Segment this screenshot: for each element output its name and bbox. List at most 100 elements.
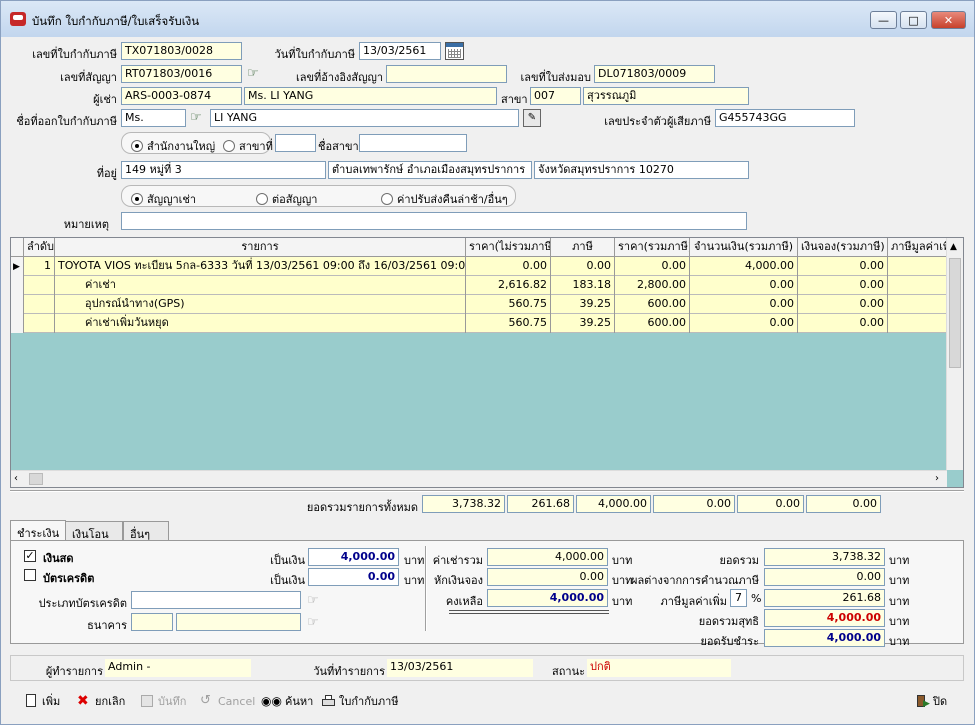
cell-desc[interactable]: TOYOTA VIOS ทะเบียน 5กล-6333 วันที่ 13/0… bbox=[55, 257, 466, 276]
card-type-lookup-icon[interactable]: ☞ bbox=[307, 593, 319, 608]
cell-tax[interactable]: 183.18 bbox=[551, 276, 615, 295]
delivery-no-field[interactable]: DL071803/0009 bbox=[594, 65, 715, 83]
row-indicator[interactable] bbox=[11, 276, 24, 295]
branch-code-field[interactable]: 007 bbox=[530, 87, 581, 105]
branch-radio[interactable]: สาขาที่ bbox=[223, 137, 273, 155]
col-desc[interactable]: รายการ bbox=[55, 238, 466, 257]
scroll-right-icon[interactable]: › bbox=[935, 473, 939, 484]
late-fee-radio[interactable]: ค่าปรับส่งคืนล่าช้า/อื่นๆ bbox=[381, 190, 508, 208]
minimize-button[interactable]: — bbox=[870, 11, 897, 29]
col-deposit[interactable]: เงินจอง(รวมภาษี) bbox=[798, 238, 888, 257]
hq-radio[interactable]: สำนักงานใหญ่ bbox=[131, 137, 215, 155]
cell-tax[interactable]: 39.25 bbox=[551, 295, 615, 314]
cell-price[interactable]: 0.00 bbox=[466, 257, 551, 276]
cell-deposit[interactable]: 0.00 bbox=[798, 276, 888, 295]
branch-name-input[interactable] bbox=[359, 134, 467, 152]
table-row[interactable]: ▶ 1 TOYOTA VIOS ทะเบียน 5กล-6333 วันที่ 13… bbox=[11, 257, 958, 276]
scroll-left-icon[interactable]: ‹ bbox=[14, 473, 18, 484]
cell-price-inc[interactable]: 600.00 bbox=[615, 314, 690, 333]
table-row[interactable]: อุปกรณ์นำทาง(GPS) 560.75 39.25 600.00 0.00 0.… bbox=[11, 295, 958, 314]
cell-price-inc[interactable]: 2,800.00 bbox=[615, 276, 690, 295]
address-edit-icon[interactable]: ✎ bbox=[523, 109, 541, 127]
branch-name-field[interactable]: สุวรรณภูมิ bbox=[583, 87, 749, 105]
address-line1[interactable]: 149 หมู่ที่ 3 bbox=[121, 161, 326, 179]
tab-payment[interactable]: ชำระเงิน bbox=[10, 520, 66, 541]
grid-horizontal-scrollbar[interactable]: ‹ › bbox=[11, 470, 947, 487]
row-indicator[interactable] bbox=[11, 314, 24, 333]
horizontal-scroll-thumb[interactable] bbox=[29, 473, 43, 485]
cell-tax[interactable]: 0.00 bbox=[551, 257, 615, 276]
tax-id-field[interactable]: G455743GG bbox=[715, 109, 855, 127]
save-button[interactable]: บันทึก bbox=[140, 691, 186, 711]
tax-invoice-no-field[interactable]: TX071803/0028 bbox=[121, 42, 242, 60]
table-row[interactable]: ค่าเช่าเพิ่มวันหยุด 560.75 39.25 600.00 0.00… bbox=[11, 314, 958, 333]
cell-amount[interactable]: 0.00 bbox=[690, 276, 798, 295]
search-button[interactable]: ◉◉ ค้นหา bbox=[261, 691, 313, 711]
col-price-inc[interactable]: ราคา(รวมภาษี) bbox=[615, 238, 690, 257]
cancel-button[interactable]: ↺ Cancel bbox=[200, 691, 255, 711]
row-indicator[interactable] bbox=[11, 295, 24, 314]
contract-no-field[interactable]: RT071803/0016 bbox=[121, 65, 242, 83]
cell-price[interactable]: 560.75 bbox=[466, 314, 551, 333]
add-button[interactable]: เพิ่ม bbox=[24, 691, 60, 711]
cell-no[interactable] bbox=[24, 295, 55, 314]
branch-no-field[interactable] bbox=[275, 134, 316, 152]
maximize-button[interactable]: □ bbox=[900, 11, 927, 29]
col-no[interactable]: ลำดับ bbox=[24, 238, 55, 257]
tax-invoice-date-field[interactable]: 13/03/2561 bbox=[359, 42, 441, 60]
cell-deposit[interactable]: 0.00 bbox=[798, 257, 888, 276]
renter-name-field[interactable]: Ms. LI YANG bbox=[244, 87, 497, 105]
ref-contract-field[interactable] bbox=[386, 65, 507, 83]
cell-no[interactable]: 1 bbox=[24, 257, 55, 276]
col-price[interactable]: ราคา(ไม่รวมภาษี) bbox=[466, 238, 551, 257]
close-window-button[interactable]: ✕ bbox=[931, 11, 966, 29]
cell-price[interactable]: 2,616.82 bbox=[466, 276, 551, 295]
address-line3[interactable]: จังหวัดสมุทรปราการ 10270 bbox=[534, 161, 749, 179]
cell-amount[interactable]: 4,000.00 bbox=[690, 257, 798, 276]
customer-lookup-icon[interactable]: ☞ bbox=[190, 110, 208, 126]
tab-transfer[interactable]: เงินโอน bbox=[65, 521, 123, 541]
row-indicator[interactable]: ▶ bbox=[11, 257, 24, 276]
cell-deposit[interactable]: 0.00 bbox=[798, 295, 888, 314]
print-tax-invoice-button[interactable]: ใบกำกับภาษี bbox=[321, 691, 399, 711]
cell-price-inc[interactable]: 0.00 bbox=[615, 257, 690, 276]
tab-other[interactable]: อื่นๆ bbox=[123, 521, 169, 541]
credit-card-checkbox[interactable] bbox=[24, 569, 36, 584]
col-amount[interactable]: จำนวนเงิน(รวมภาษี) bbox=[690, 238, 798, 257]
close-button[interactable]: ▶ ปิด bbox=[915, 691, 947, 711]
cell-price[interactable]: 560.75 bbox=[466, 295, 551, 314]
cell-no[interactable] bbox=[24, 314, 55, 333]
cell-desc[interactable]: อุปกรณ์นำทาง(GPS) bbox=[55, 295, 466, 314]
cell-desc[interactable]: ค่าเช่า bbox=[55, 276, 466, 295]
card-amount-field[interactable]: 0.00 bbox=[308, 568, 399, 586]
grid-vertical-scrollbar[interactable]: ▲ bbox=[946, 238, 963, 470]
renter-code-field[interactable]: ARS-0003-0874 bbox=[121, 87, 242, 105]
issue-name-field[interactable]: LI YANG bbox=[210, 109, 519, 127]
cancel-document-button[interactable]: ✖ ยกเลิก bbox=[77, 691, 125, 711]
remark-field[interactable] bbox=[121, 212, 747, 230]
bank-code-field[interactable] bbox=[131, 613, 173, 631]
contract-lookup-icon[interactable]: ☞ bbox=[247, 66, 265, 82]
scroll-up-icon[interactable]: ▲ bbox=[950, 242, 957, 252]
cell-tax[interactable]: 39.25 bbox=[551, 314, 615, 333]
extend-contract-radio[interactable]: ต่อสัญญา bbox=[256, 190, 317, 208]
bank-lookup-icon[interactable]: ☞ bbox=[307, 615, 319, 630]
items-grid[interactable]: ลำดับ รายการ ราคา(ไม่รวมภาษี) ภาษี ราคา(… bbox=[10, 237, 964, 488]
cash-checkbox[interactable]: ✓ bbox=[24, 549, 36, 562]
cell-desc[interactable]: ค่าเช่าเพิ่มวันหยุด bbox=[55, 314, 466, 333]
table-row[interactable]: ค่าเช่า 2,616.82 183.18 2,800.00 0.00 0.00 bbox=[11, 276, 958, 295]
rent-contract-radio[interactable]: สัญญาเช่า bbox=[131, 190, 196, 208]
vat-rate-field[interactable]: 7 bbox=[730, 589, 747, 607]
cell-deposit[interactable]: 0.00 bbox=[798, 314, 888, 333]
bank-name-field[interactable] bbox=[176, 613, 301, 631]
cash-amount-field[interactable]: 4,000.00 bbox=[308, 548, 399, 566]
cell-price-inc[interactable]: 600.00 bbox=[615, 295, 690, 314]
col-tax[interactable]: ภาษี bbox=[551, 238, 615, 257]
cell-no[interactable] bbox=[24, 276, 55, 295]
vertical-scroll-thumb[interactable] bbox=[949, 258, 961, 368]
cell-amount[interactable]: 0.00 bbox=[690, 295, 798, 314]
calendar-icon[interactable] bbox=[445, 42, 464, 60]
cell-amount[interactable]: 0.00 bbox=[690, 314, 798, 333]
card-type-field[interactable] bbox=[131, 591, 301, 609]
issue-prefix-field[interactable]: Ms. bbox=[121, 109, 186, 127]
